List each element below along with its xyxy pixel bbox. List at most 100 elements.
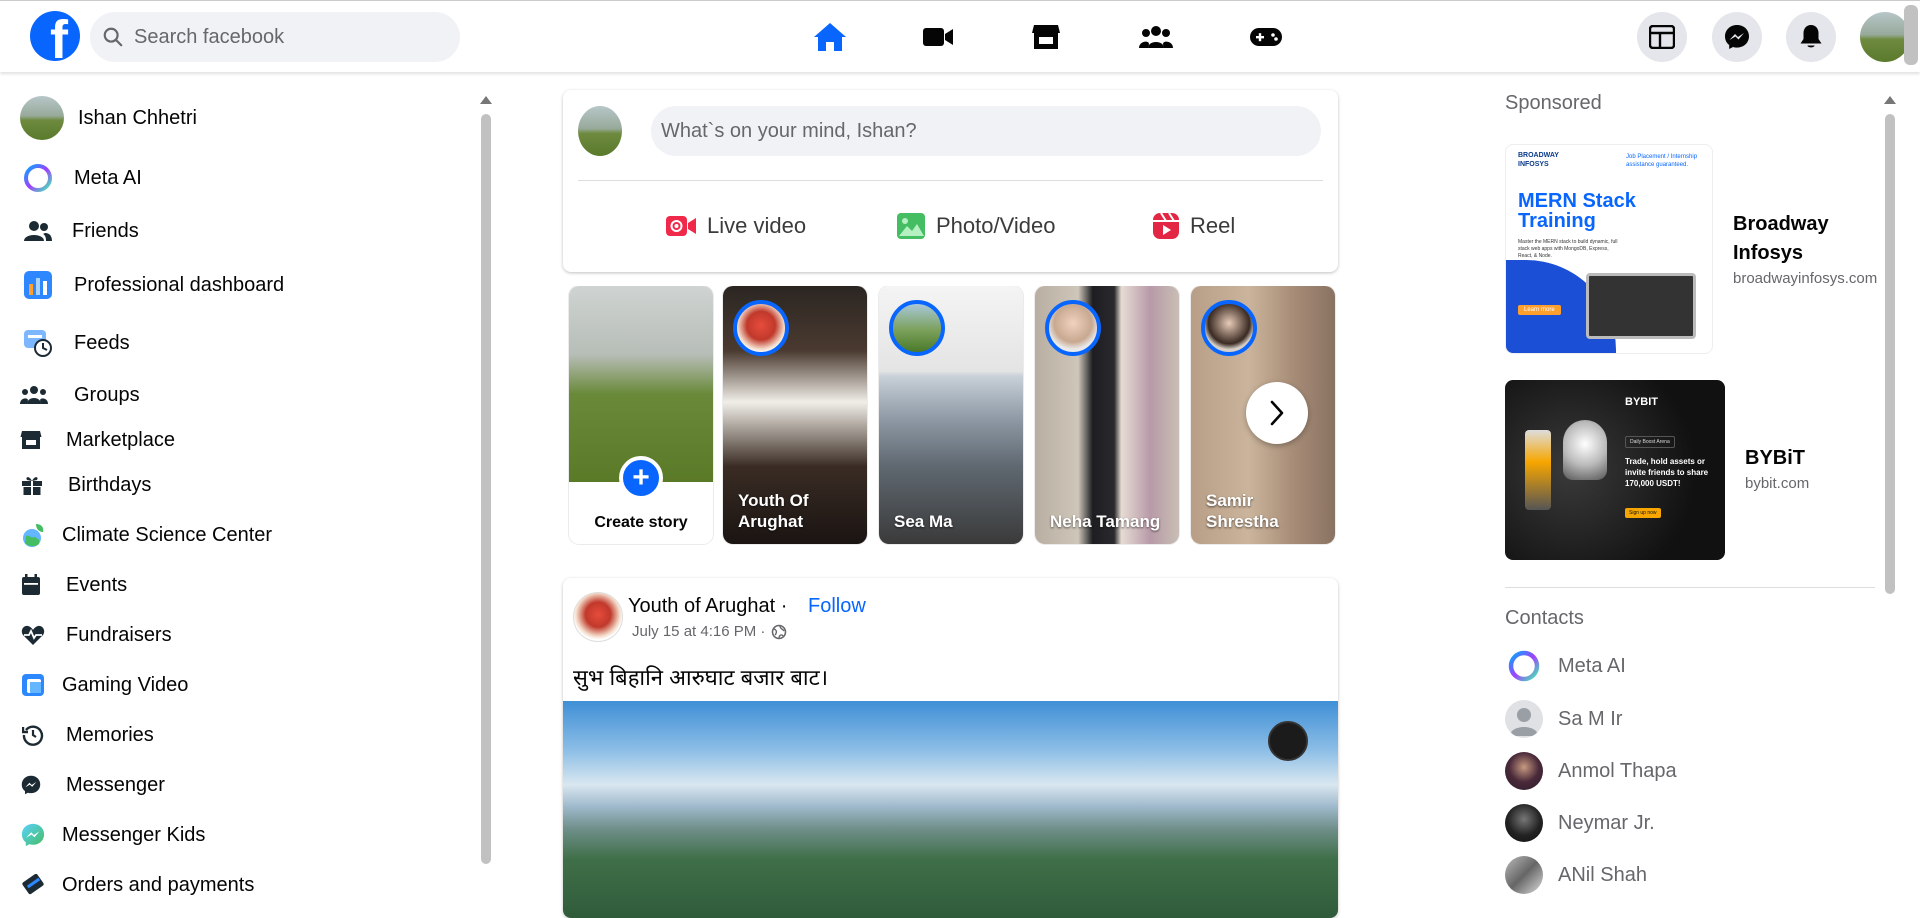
sidebar-item-label: Gaming Video [62, 673, 189, 696]
reel-button[interactable]: Reel [1152, 206, 1235, 246]
sidebar-item-friends[interactable]: Friends [20, 213, 139, 249]
right-scrollbar-thumb[interactable] [1885, 114, 1895, 594]
profile-avatar-button[interactable] [1860, 12, 1910, 62]
marketplace-icon [1032, 25, 1060, 49]
photo-video-button[interactable]: Photo/Video [896, 206, 1055, 246]
sidebar-item-events[interactable]: Events [20, 567, 127, 603]
post-text: सुभ बिहानि आरुघाट बजार बाट। [573, 665, 829, 690]
scroll-up-arrow-icon[interactable] [480, 96, 492, 104]
sidebar-item-label: Marketplace [66, 428, 175, 451]
messenger-kids-icon [20, 817, 46, 853]
meta-ai-icon [1505, 647, 1543, 685]
chevron-right-icon [1270, 400, 1284, 426]
ad-broadway-infosys[interactable]: BROADWAY INFOSYS Job Placement / Interns… [1505, 144, 1883, 354]
story-card[interactable]: Sea Ma [879, 286, 1023, 544]
sidebar-item-climate-science-center[interactable]: Climate Science Center [20, 517, 272, 553]
user-avatar [20, 96, 64, 140]
facebook-logo[interactable]: f [30, 11, 80, 61]
groups-icon [1139, 26, 1173, 48]
contact-item[interactable]: Neymar Jr. [1505, 804, 1655, 842]
messenger-icon [20, 767, 42, 803]
follow-button[interactable]: Follow [808, 595, 866, 618]
gandaki-logo [1268, 721, 1308, 761]
right-sidebar: Sponsored BROADWAY INFOSYS Job Placement… [1505, 92, 1885, 894]
sidebar-item-professional-dashboard[interactable]: Professional dashboard [20, 267, 284, 303]
sidebar-item-birthdays[interactable]: Birthdays [20, 467, 151, 503]
whats-on-your-mind-input[interactable]: What`s on your mind, Ishan? [651, 106, 1321, 156]
menu-grid-button[interactable] [1637, 12, 1687, 62]
page-scrollbar-thumb[interactable] [1904, 5, 1918, 65]
right-divider [1505, 587, 1875, 588]
contact-item[interactable]: Sa M Ir [1505, 700, 1622, 738]
messenger-icon [1725, 25, 1749, 49]
events-icon [20, 567, 42, 603]
sidebar-scrollbar-thumb[interactable] [481, 114, 491, 864]
sidebar-item-groups[interactable]: Groups [20, 377, 140, 413]
ad-bybit[interactable]: BYBIT Daily Boost Arena Trade, hold asse… [1505, 380, 1809, 560]
sidebar-item-meta-ai[interactable]: Meta AI [20, 160, 142, 196]
messenger-button[interactable] [1712, 12, 1762, 62]
contact-avatar [1505, 752, 1543, 790]
sidebar-item-label: Events [66, 573, 128, 596]
sidebar-item-messenger[interactable]: Messenger [20, 767, 165, 803]
ad-image[interactable]: BYBIT Daily Boost Arena Trade, hold asse… [1505, 380, 1725, 560]
nav-gaming-button[interactable] [1246, 17, 1286, 57]
sidebar-item-label: Memories [66, 723, 154, 746]
sidebar-item-orders-and-payments[interactable]: Orders and payments [20, 867, 254, 903]
contact-avatar [1505, 804, 1543, 842]
stories-next-button[interactable] [1246, 382, 1308, 444]
post-author-name[interactable]: Youth of Arughat · [628, 595, 787, 618]
sidebar-item-label: Birthdays [68, 473, 152, 496]
sidebar-item-marketplace[interactable]: Marketplace [20, 422, 175, 458]
contact-item[interactable]: Meta AI [1505, 647, 1626, 685]
sidebar-item-profile[interactable]: Ishan Chhetri [20, 96, 197, 140]
contact-name: ANil Shah [1558, 863, 1647, 886]
right-scrollbar[interactable] [1884, 96, 1896, 904]
nav-video-button[interactable] [918, 17, 958, 57]
sidebar-item-messenger-kids[interactable]: Messenger Kids [20, 817, 205, 853]
contact-avatar [1505, 856, 1543, 894]
live-video-button[interactable]: Live video [665, 206, 806, 246]
ad-image-brand: BROADWAY INFOSYS [1518, 152, 1559, 168]
composer-avatar[interactable] [578, 106, 622, 156]
sidebar-item-gaming-video[interactable]: Gaming Video [20, 667, 188, 703]
sidebar-item-label: Meta AI [74, 166, 142, 189]
story-card[interactable]: Neha Tamang [1035, 286, 1179, 544]
nav-home-button[interactable] [810, 17, 850, 57]
globe-icon [772, 624, 787, 639]
memories-icon [20, 717, 46, 753]
sidebar-item-fundraisers[interactable]: Fundraisers [20, 617, 172, 653]
ad-image-button: Sign up now [1625, 508, 1661, 518]
ad-image-tag: Job Placement / Internship assistance gu… [1626, 154, 1698, 168]
story-avatar [1045, 300, 1101, 356]
sidebar-item-label: Feeds [74, 331, 130, 354]
plus-icon[interactable]: + [619, 456, 663, 500]
top-navigation-bar: f [0, 0, 1920, 72]
post-author-avatar[interactable] [573, 592, 623, 642]
sidebar-item-memories[interactable]: Memories [20, 717, 154, 753]
sidebar-item-label: Climate Science Center [62, 523, 273, 546]
ad-name: BYBiT [1745, 447, 1805, 469]
sidebar-scrollbar[interactable] [480, 96, 492, 904]
post-image[interactable] [563, 701, 1338, 918]
post-timestamp[interactable]: July 15 at 4:16 PM · [632, 623, 765, 640]
ad-image[interactable]: BROADWAY INFOSYS Job Placement / Interns… [1505, 144, 1713, 354]
contacts-title: Contacts [1505, 607, 1584, 629]
create-story-card[interactable]: + Create story [569, 286, 713, 544]
nav-groups-button[interactable] [1136, 17, 1176, 57]
contact-item[interactable]: ANil Shah [1505, 856, 1647, 894]
nav-marketplace-button[interactable] [1026, 17, 1066, 57]
notifications-button[interactable] [1786, 12, 1836, 62]
ad-image-button: Learn more [1518, 305, 1561, 315]
sidebar-item-feeds[interactable]: Feeds [20, 325, 130, 361]
feeds-icon [20, 325, 56, 361]
scroll-up-arrow-icon[interactable] [1884, 96, 1896, 104]
story-card[interactable]: Youth Of Arughat [723, 286, 867, 544]
story-avatar [1201, 300, 1257, 356]
search-bar[interactable] [90, 12, 460, 62]
ad-image-title: MERN Stack Training [1518, 190, 1636, 232]
video-icon [923, 28, 953, 46]
meta-ai-icon [20, 160, 56, 196]
contact-item[interactable]: Anmol Thapa [1505, 752, 1677, 790]
search-input[interactable] [134, 25, 434, 49]
